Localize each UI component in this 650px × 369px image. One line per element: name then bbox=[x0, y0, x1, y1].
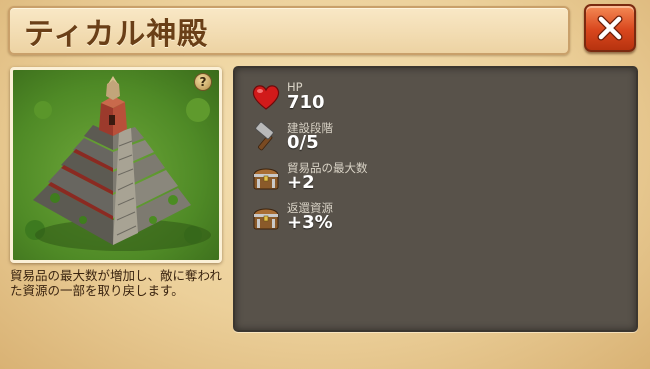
stat-value: +3% bbox=[287, 212, 333, 233]
help-icon-glyph: ? bbox=[199, 75, 207, 89]
treasure-chest-icon bbox=[253, 168, 279, 190]
stat-hp: HP 710 bbox=[251, 80, 451, 120]
stat-value: 710 bbox=[287, 92, 325, 113]
treasure-chest-icon bbox=[253, 208, 279, 230]
stat-value: +2 bbox=[287, 172, 315, 193]
heart-icon bbox=[252, 85, 280, 110]
stat-max-trade-goods: 貿易品の最大数 +2 bbox=[251, 160, 451, 200]
building-image-frame bbox=[10, 67, 222, 263]
stat-construction-stage: 建設段階 0/5 bbox=[251, 120, 451, 160]
hammer-icon bbox=[255, 122, 274, 151]
stats-panel: HP 710 建設段階 0/5 貿易品の最大数 +2 返還資源 +3% bbox=[233, 66, 638, 332]
title-bar: ティカル神殿 bbox=[8, 6, 570, 55]
building-description: 貿易品の最大数が増加し、敵に奪われた資源の一部を取り戻します。 bbox=[10, 268, 222, 298]
help-icon[interactable]: ? bbox=[194, 73, 212, 91]
stat-returned-resources: 返還資源 +3% bbox=[251, 200, 451, 240]
stat-value: 0/5 bbox=[287, 132, 319, 153]
close-x-icon bbox=[597, 15, 623, 41]
pyramid-temple-image bbox=[25, 76, 211, 251]
page-title: ティカル神殿 bbox=[24, 16, 209, 52]
close-button[interactable] bbox=[584, 4, 636, 52]
